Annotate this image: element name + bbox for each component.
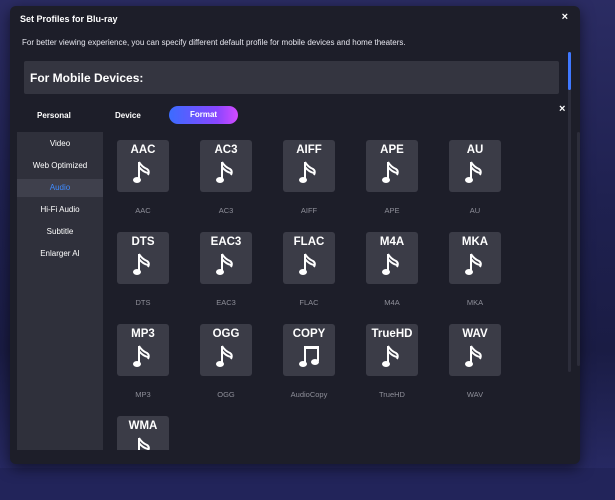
format-caption: EAC3	[216, 298, 236, 307]
format-caption: MP3	[135, 390, 151, 399]
sidebar-item-web-optimized[interactable]: Web Optimized	[17, 157, 103, 175]
format-tile-ape[interactable]: APE	[366, 140, 418, 192]
format-tile-flac[interactable]: FLAC	[283, 232, 335, 284]
format-tile-label: APE	[380, 144, 404, 156]
format-tile-label: DTS	[131, 236, 155, 248]
sidebar-item-subtitle[interactable]: Subtitle	[17, 223, 103, 241]
format-tile-ac3[interactable]: AC3	[200, 140, 252, 192]
format-caption: AU	[469, 206, 481, 215]
format-tile-label: TrueHD	[371, 328, 413, 340]
format-tile-ogg[interactable]: OGG	[200, 324, 252, 376]
format-tile-aac[interactable]: AAC	[117, 140, 169, 192]
tab-format[interactable]: Format	[169, 106, 238, 124]
section-title: For Mobile Devices:	[30, 71, 144, 85]
format-caption: APE	[384, 206, 400, 215]
format-caption: AC3	[218, 206, 234, 215]
sidebar-item-audio[interactable]: Audio	[17, 179, 103, 197]
format-tile-label: M4A	[379, 236, 405, 248]
format-tile-label: EAC3	[210, 236, 242, 248]
format-caption: M4A	[384, 298, 400, 307]
sidebar-item-video[interactable]: Video	[17, 135, 103, 153]
dialog-scrollbar-thumb[interactable]	[568, 52, 571, 90]
format-tile-dts[interactable]: DTS	[117, 232, 169, 284]
format-tile-label: OGG	[212, 328, 240, 340]
dialog-title: Set Profiles for Blu-ray	[20, 14, 118, 24]
profile-picker-panel: Personal Device Format × Video Web Optim…	[17, 100, 580, 450]
tab-device[interactable]: Device	[115, 111, 141, 120]
dialog-close-icon[interactable]: ×	[562, 11, 568, 23]
format-tile-mka[interactable]: MKA	[449, 232, 501, 284]
format-tile-truehd[interactable]: TrueHD	[366, 324, 418, 376]
format-tile-label: WMA	[128, 420, 158, 432]
tab-personal[interactable]: Personal	[37, 111, 71, 120]
desktop-background	[0, 468, 615, 500]
format-caption: FLAC	[299, 298, 319, 307]
format-tile-wav[interactable]: WAV	[449, 324, 501, 376]
format-tile-label: MP3	[131, 328, 155, 340]
format-tile-label: AC3	[214, 144, 238, 156]
format-caption: AIFF	[300, 206, 318, 215]
sidebar-item-enlarger-ai[interactable]: Enlarger AI	[17, 245, 103, 263]
sidebar-item-hi-fi-audio[interactable]: Hi-Fi Audio	[17, 201, 103, 219]
format-caption: DTS	[135, 298, 151, 307]
dialog-description: For better viewing experience, you can s…	[22, 38, 406, 47]
format-tile-label: AIFF	[296, 144, 322, 156]
mobile-devices-section-header: For Mobile Devices:	[24, 61, 559, 94]
category-sidebar: Video Web Optimized Audio Hi-Fi Audio Su…	[17, 132, 103, 450]
format-tile-label: FLAC	[293, 236, 325, 248]
format-caption: MKA	[466, 298, 484, 307]
panel-close-icon[interactable]: ×	[559, 103, 565, 115]
format-grid-scrollbar[interactable]	[577, 132, 580, 366]
format-caption: TrueHD	[379, 390, 405, 399]
format-tile-m4a[interactable]: M4A	[366, 232, 418, 284]
format-tile-label: MKA	[461, 236, 489, 248]
format-tile-label: COPY	[292, 328, 326, 340]
format-tile-copy[interactable]: COPY	[283, 324, 335, 376]
format-tile-mp3[interactable]: MP3	[117, 324, 169, 376]
format-caption: AudioCopy	[290, 390, 328, 399]
format-grid: AAC AAC AC3 AC3 AIFF AIFF APE APE AU AU DTS DTS EAC3…	[117, 140, 537, 450]
format-tile-au[interactable]: AU	[449, 140, 501, 192]
format-tile-label: AU	[466, 144, 484, 156]
format-tile-wma[interactable]: WMA	[117, 416, 169, 450]
format-tile-aiff[interactable]: AIFF	[283, 140, 335, 192]
format-tile-eac3[interactable]: EAC3	[200, 232, 252, 284]
format-tile-label: AAC	[130, 144, 156, 156]
format-caption: OGG	[217, 390, 235, 399]
format-tile-label: WAV	[462, 328, 488, 340]
format-caption: AAC	[135, 206, 151, 215]
format-caption: WAV	[466, 390, 484, 399]
